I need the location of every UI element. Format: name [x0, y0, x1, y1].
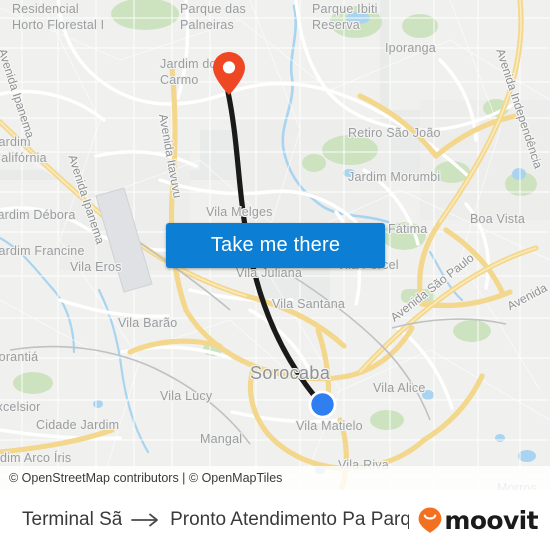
moovit-logo[interactable]: moovit — [417, 505, 539, 535]
arrow-right-icon — [131, 512, 161, 528]
trip-footer: Terminal São… Pronto Atendimento Pa Parq… — [0, 490, 550, 550]
map-attribution: © OpenStreetMap contributors | © OpenMap… — [0, 466, 550, 490]
moovit-wordmark: moovit — [444, 505, 538, 535]
trip-destination-label: Pronto Atendimento Pa Parque Da… — [170, 509, 410, 530]
take-me-there-button[interactable]: Take me there — [166, 223, 385, 268]
origin-dot[interactable] — [307, 389, 338, 420]
map-canvas[interactable]: Residencial Horto Florestal I Parque das Pa… — [0, 0, 550, 490]
destination-pin[interactable] — [210, 48, 248, 100]
moovit-trip-screen: Residencial Horto Florestal I Parque das Pa… — [0, 0, 550, 550]
moovit-pin-icon — [418, 507, 442, 533]
trip-origin-label: Terminal São… — [22, 509, 123, 530]
trip-summary[interactable]: Terminal São… Pronto Atendimento Pa Parq… — [22, 509, 409, 531]
